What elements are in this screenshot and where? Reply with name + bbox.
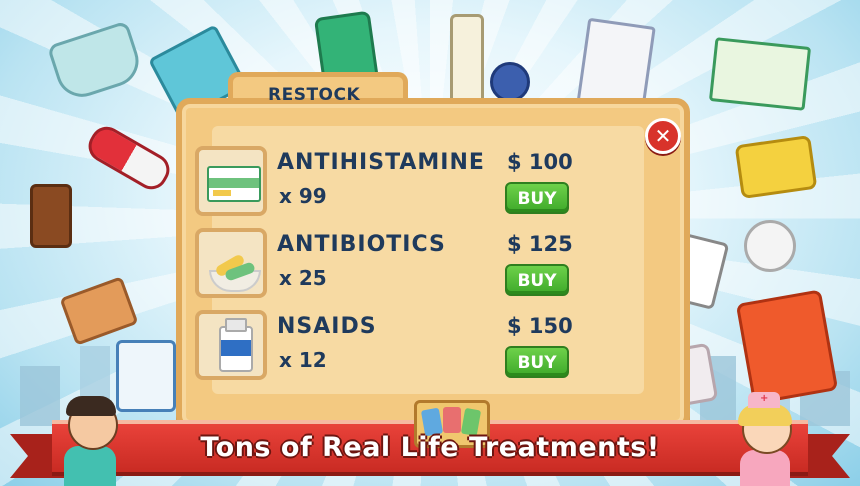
doctor-character — [60, 396, 120, 486]
nurse-character: + — [734, 392, 796, 486]
antihistamine-box-icon — [207, 166, 261, 202]
buy-button-antihistamine[interactable]: BUY — [505, 182, 569, 214]
antihistamine-box-icon — [708, 37, 812, 111]
buy-button-nsaids[interactable]: BUY — [505, 346, 569, 378]
bulb-syringe-icon — [490, 62, 530, 102]
item-row-antihistamine: ANTIHISTAMINE x 99 $ 100 BUY — [195, 146, 615, 220]
close-button[interactable]: ✕ — [645, 118, 681, 154]
eye-drops-icon — [116, 340, 176, 412]
medicine-bottle-icon — [30, 184, 72, 248]
item-price: $ 100 — [507, 150, 573, 174]
item-price: $ 125 — [507, 232, 573, 256]
nsaids-thumbnail — [195, 310, 267, 380]
item-price: $ 150 — [507, 314, 573, 338]
nsaid-bottle-icon — [219, 318, 253, 372]
hot-pack-icon — [735, 289, 839, 405]
panel-title: RESTOCK — [268, 85, 361, 105]
buy-button-antibiotics[interactable]: BUY — [505, 264, 569, 296]
item-quantity: x 25 — [279, 266, 327, 290]
dropper-bottle-icon — [450, 14, 484, 108]
item-name: ANTIBIOTICS — [277, 232, 446, 257]
item-name: ANTIHISTAMINE — [277, 150, 485, 175]
item-row-nsaids: NSAIDS x 12 $ 150 BUY — [195, 310, 615, 384]
antibiotics-bottle-icon — [734, 134, 818, 200]
item-name: NSAIDS — [277, 314, 377, 339]
item-quantity: x 12 — [279, 348, 327, 372]
antibiotics-thumbnail — [195, 228, 267, 298]
game-scene: RESTOCK ✕ ANTIHISTAMINE x 99 $ 100 BUY A… — [0, 0, 860, 486]
tagline-text: Tons of Real Life Treatments! — [200, 432, 660, 463]
item-row-antibiotics: ANTIBIOTICS x 25 $ 125 BUY — [195, 228, 615, 302]
item-quantity: x 99 — [279, 184, 327, 208]
antihistamine-thumbnail — [195, 146, 267, 216]
tablet-icon — [744, 220, 796, 272]
